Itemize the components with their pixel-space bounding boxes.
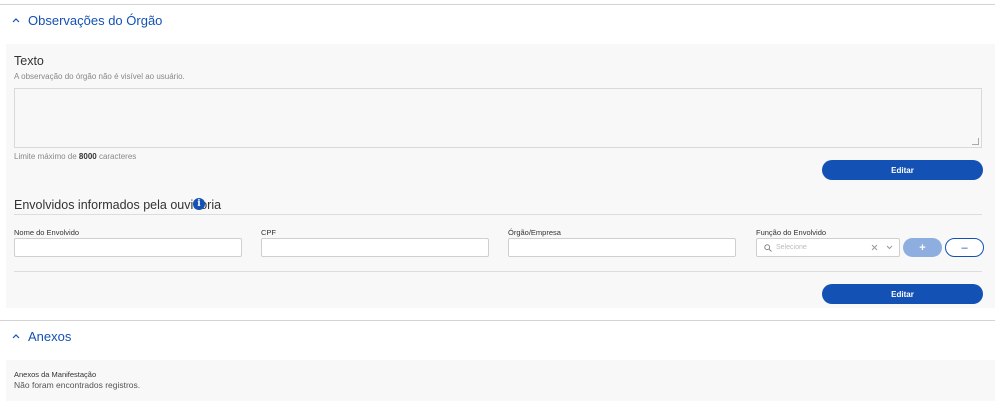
- search-icon: [764, 243, 772, 252]
- section-header-observacoes[interactable]: Observações do Órgão: [0, 6, 162, 34]
- section-divider: [0, 320, 995, 321]
- cpf-input[interactable]: [261, 238, 489, 257]
- section-title-observacoes: Observações do Órgão: [28, 12, 163, 28]
- chevron-down-icon[interactable]: [886, 245, 893, 250]
- section-header-anexos[interactable]: Anexos: [0, 322, 71, 350]
- observacao-textarea[interactable]: [14, 88, 982, 148]
- info-icon[interactable]: i: [193, 198, 205, 210]
- chevron-up-icon: [12, 14, 26, 26]
- char-limit-text: Limite máximo de 8000 caracteres: [14, 152, 136, 161]
- chevron-up-icon: [12, 330, 26, 342]
- nome-envolvido-input[interactable]: [14, 238, 242, 257]
- anexos-panel: [6, 360, 995, 401]
- edit-texto-button[interactable]: Editar: [822, 160, 983, 180]
- char-limit-prefix: Limite máximo de: [14, 152, 79, 161]
- envolvidos-divider: [14, 214, 982, 215]
- char-limit-suffix: caracteres: [96, 152, 137, 161]
- close-icon[interactable]: [871, 244, 878, 251]
- edit-envolvidos-button[interactable]: Editar: [822, 284, 983, 304]
- col-orgao-label: Órgão/Empresa: [508, 228, 561, 237]
- col-cpf-label: CPF: [261, 228, 276, 237]
- char-limit-value: 8000: [78, 152, 97, 161]
- funcao-envolvido-select[interactable]: Selecione: [756, 238, 900, 257]
- envolvidos-bottom-divider: [14, 271, 982, 272]
- top-divider: [0, 4, 995, 5]
- texto-label: Texto: [14, 54, 44, 68]
- section-title-anexos: Anexos: [28, 328, 72, 344]
- select-placeholder: Selecione: [776, 244, 807, 251]
- anexos-label: Anexos da Manifestação: [14, 370, 97, 379]
- envolvidos-title: Envolvidos informados pela ouvidoria: [14, 198, 222, 212]
- add-envolvido-button[interactable]: +: [903, 238, 942, 257]
- remove-envolvido-button[interactable]: –: [945, 238, 984, 257]
- col-nome-label: Nome do Envolvido: [14, 228, 80, 237]
- anexos-empty-message: Não foram encontrados registros.: [14, 380, 141, 390]
- orgao-empresa-input[interactable]: [508, 238, 736, 257]
- col-funcao-label: Função do Envolvido: [756, 228, 827, 237]
- texto-hint: A observação do órgão não é visível ao u…: [14, 72, 185, 81]
- resize-handle[interactable]: [972, 138, 979, 145]
